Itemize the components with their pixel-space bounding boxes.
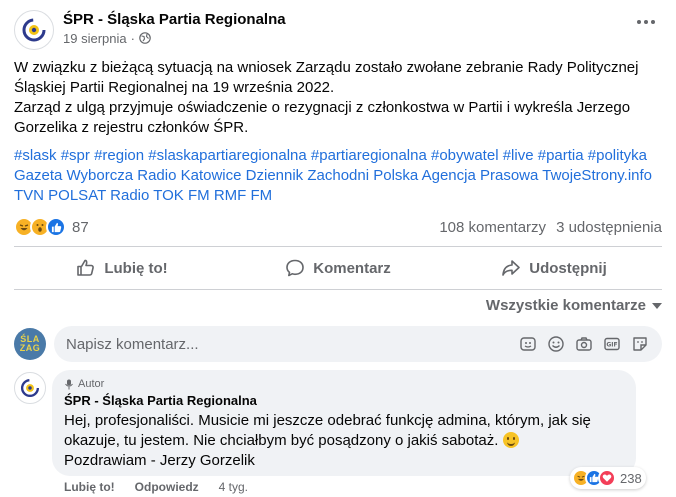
post-paragraph-1: W związku z bieżącą sytuacją na wniosek … [14, 59, 639, 96]
comment-like-link[interactable]: Lubię to! [64, 480, 115, 494]
comment-reply-link[interactable]: Odpowiedz [135, 480, 199, 494]
post-header: ŚPR - Śląska Partia Regionalna 19 sierpn… [14, 8, 286, 52]
share-button[interactable]: Udostępnij [446, 250, 662, 286]
divider [14, 246, 662, 247]
emoji-icon[interactable] [542, 330, 570, 358]
author-badge-label: Autor [78, 378, 105, 390]
comments-count[interactable]: 108 komentarzy [439, 219, 546, 236]
comment-text: Hej, profesjonaliści. Musicie mi jeszcze… [64, 411, 624, 451]
comment-button-label: Komentarz [313, 259, 391, 277]
reaction-count[interactable]: 87 [72, 219, 89, 236]
sticker-icon[interactable] [626, 330, 654, 358]
comment-actions: Lubię to! Odpowiedz 4 tyg. [64, 480, 248, 494]
post-paragraph-2: Zarząd z ulgą przyjmuje oświadczenie o r… [14, 99, 631, 136]
comment-bubble: Autor ŚPR - Śląska Partia Regionalna Hej… [52, 370, 636, 476]
comment-button[interactable]: Komentarz [230, 250, 446, 286]
speech-bubble-icon [286, 259, 305, 277]
heart-reaction-icon [598, 469, 616, 487]
like-reaction-icon [46, 217, 66, 237]
share-arrow-icon [502, 260, 521, 276]
tag-link[interactable]: TwojeStrony.info [542, 167, 652, 184]
comment-input-box[interactable]: GIF [54, 326, 662, 362]
comment-composer: ŚLA ZAG GIF [14, 325, 662, 363]
tag-link[interactable]: Dziennik Zachodni [246, 167, 369, 184]
tag-link[interactable]: #live [503, 147, 534, 164]
spr-logo-icon [22, 18, 46, 42]
tag-link[interactable]: #obywatel [431, 147, 499, 164]
comment-input[interactable] [66, 335, 514, 353]
tag-link[interactable]: #region [94, 147, 144, 164]
tag-link[interactable]: POLSAT [48, 187, 106, 204]
tag-link[interactable]: #polityka [588, 147, 647, 164]
page-name[interactable]: ŚPR - Śląska Partia Regionalna [63, 10, 286, 29]
tag-link[interactable]: #partiaregionalna [311, 147, 427, 164]
svg-text:GIF: GIF [606, 342, 617, 349]
post-action-bar: Lubię to! Komentarz Udostępnij [14, 250, 662, 286]
caret-down-icon [652, 302, 662, 309]
post-body: W związku z bieżącą sytuacją na wniosek … [14, 58, 664, 138]
comment-author-name[interactable]: ŚPR - Śląska Partia Regionalna [64, 392, 624, 409]
comment-sort-label: Wszystkie komentarze [485, 297, 646, 314]
comment-signature: Pozdrawiam - Jerzy Gorzelik [64, 452, 255, 469]
post-date[interactable]: 19 sierpnia [63, 30, 127, 47]
meta-separator: · [130, 30, 135, 46]
comment-reactions[interactable]: 238 [570, 467, 646, 489]
smiley-emoji-icon [502, 432, 519, 448]
comment-sort-dropdown[interactable]: Wszystkie komentarze [486, 297, 662, 314]
page-avatar[interactable] [14, 10, 54, 50]
like-button[interactable]: Lubię to! [14, 250, 230, 286]
share-button-label: Udostępnij [529, 259, 607, 277]
microphone-icon [65, 379, 73, 389]
tag-link[interactable]: #slaskapartiaregionalna [148, 147, 306, 164]
user-avatar-text: ŚLA ZAG [19, 334, 41, 353]
camera-icon[interactable] [570, 330, 598, 358]
reaction-icons[interactable] [14, 217, 66, 237]
tag-link[interactable]: Radio Katowice [137, 167, 241, 184]
like-button-label: Lubię to! [104, 259, 168, 277]
tag-link[interactable]: Radio TOK FM [110, 187, 209, 204]
hashtags: #slask #spr #region #slaskapartiaregiona… [14, 146, 664, 206]
shares-count[interactable]: 3 udostępnienia [556, 219, 662, 236]
comment-timestamp[interactable]: 4 tyg. [219, 480, 248, 494]
tag-link[interactable]: #spr [61, 147, 90, 164]
tag-link[interactable]: #partia [538, 147, 584, 164]
tag-link[interactable]: TVN [14, 187, 44, 204]
comment-reaction-count: 238 [620, 470, 642, 486]
comment-author-avatar[interactable] [14, 372, 46, 404]
tag-link[interactable]: #slask [14, 147, 57, 164]
gif-icon[interactable]: GIF [598, 330, 626, 358]
thumbs-up-icon [77, 259, 95, 276]
tag-link[interactable]: Polska Agencja Prasowa [373, 167, 538, 184]
tag-link[interactable]: RMF FM [214, 187, 272, 204]
tag-link[interactable]: Gazeta Wyborcza [14, 167, 133, 184]
divider [14, 289, 662, 290]
spr-logo-icon [20, 378, 40, 398]
avatar-sticker-icon[interactable] [514, 330, 542, 358]
globe-icon [139, 32, 151, 44]
author-badge: Autor [64, 377, 624, 391]
more-options-icon[interactable] [632, 12, 660, 32]
user-avatar[interactable]: ŚLA ZAG [14, 328, 46, 360]
reactions-summary: 87 108 komentarzy 3 udostępnienia [14, 216, 662, 238]
